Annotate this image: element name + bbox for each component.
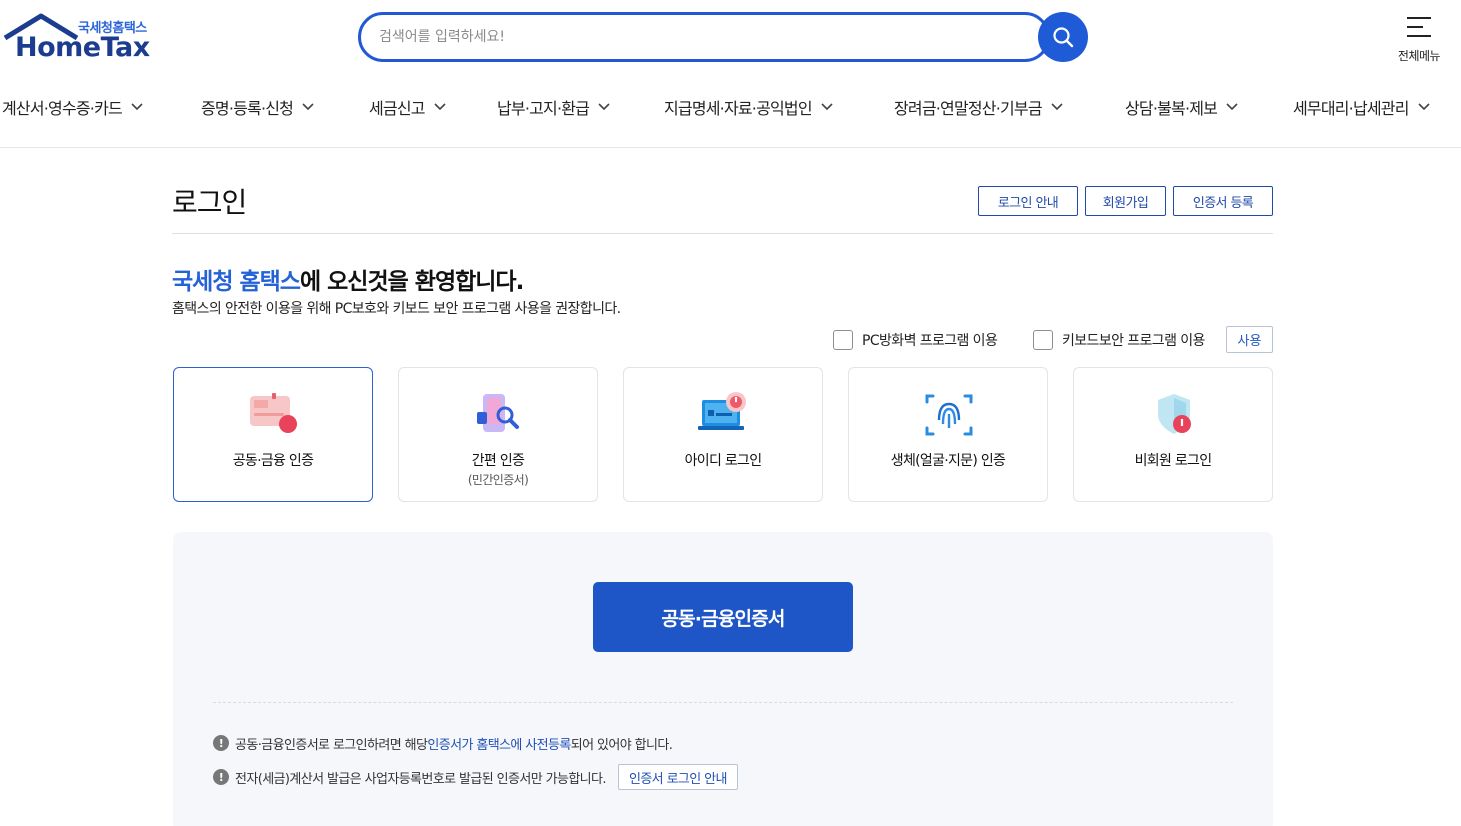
nav-item-consult-appeal[interactable]: 상담·불복·제보: [1125, 88, 1238, 126]
firewall-checkbox[interactable]: [833, 330, 853, 350]
fingerprint-icon: [925, 394, 973, 436]
card-biometric-auth[interactable]: 생체(얼굴·지문) 인증: [848, 367, 1048, 502]
signup-button[interactable]: 회원가입: [1085, 186, 1166, 216]
nav-item-label: 증명·등록·신청: [201, 99, 294, 118]
notice-business-cert: ! 전자(세금)계산서 발급은 사업자등록번호로 발급된 인증서만 가능합니다.…: [213, 764, 738, 790]
card-simple-auth[interactable]: 간편 인증 (민간인증서): [398, 367, 598, 502]
nav-item-certificate-registration[interactable]: 증명·등록·신청: [201, 88, 314, 126]
panel-divider: [213, 702, 1233, 703]
login-guide-button[interactable]: 로그인 안내: [978, 186, 1078, 216]
welcome-subtext: 홈택스의 안전한 이용을 위해 PC보호와 키보드 보안 프로그램 사용을 권장…: [172, 301, 621, 317]
nav-item-payment-refund[interactable]: 납부·고지·환급: [497, 88, 610, 126]
use-button[interactable]: 사용: [1226, 326, 1273, 353]
nav-item-tax-agent[interactable]: 세무대리·납세관리: [1293, 88, 1430, 126]
keyboard-security-checkbox-row[interactable]: 키보드보안 프로그램 이용: [1033, 327, 1205, 353]
keyboard-security-checkbox[interactable]: [1033, 330, 1053, 350]
nav-item-label: 세무대리·납세관리: [1293, 99, 1409, 118]
nav-item-incentives-year-end[interactable]: 장려금·연말정산·기부금: [894, 88, 1063, 126]
welcome-highlight: 국세청 홈택스: [172, 269, 301, 295]
chevron-down-icon: [598, 103, 610, 111]
guest-shield-icon: [1158, 394, 1191, 434]
search-box: [358, 12, 1050, 62]
title-divider: [172, 233, 1273, 234]
card-id-login[interactable]: 아이디 로그인: [623, 367, 823, 502]
nav-item-label: 계산서·영수증·카드: [2, 99, 123, 118]
id-login-icon: [698, 392, 746, 430]
welcome-rest: 에 오신것을 환영합니다.: [299, 269, 524, 295]
card-label: 간편 인증: [471, 453, 525, 469]
cert-login-guide-button[interactable]: 인증서 로그인 안내: [617, 764, 738, 790]
card-joint-financial-cert[interactable]: 공동·금융 인증: [173, 367, 373, 502]
card-sublabel: (민간인증서): [467, 473, 529, 487]
nav-item-tax-filing[interactable]: 세금신고: [369, 88, 446, 126]
chevron-down-icon: [1226, 103, 1238, 111]
chevron-down-icon: [131, 103, 143, 111]
chevron-down-icon: [434, 103, 446, 111]
nav-item-label: 상담·불복·제보: [1125, 99, 1218, 118]
hamburger-menu-icon: [1407, 17, 1431, 37]
all-menu-button[interactable]: 전체메뉴: [1388, 10, 1450, 66]
chevron-down-icon: [302, 103, 314, 111]
card-label: 생체(얼굴·지문) 인증: [890, 453, 1006, 469]
welcome-heading: 국세청 홈택스에 오신것을 환영합니다.: [172, 262, 524, 296]
nav-item-label: 세금신고: [369, 99, 425, 118]
search-input[interactable]: [379, 15, 1019, 59]
card-label: 아이디 로그인: [684, 453, 763, 469]
nav-item-label: 납부·고지·환급: [497, 99, 590, 118]
card-label: 비회원 로그인: [1134, 453, 1213, 469]
firewall-checkbox-row[interactable]: PC방화벽 프로그램 이용: [833, 327, 998, 353]
notice-text: 공동·금융인증서로 로그인하려면 해당: [235, 737, 428, 753]
nav-item-label: 지급명세·자료·공익법인: [664, 99, 813, 118]
firewall-checkbox-label: PC방화벽 프로그램 이용: [862, 333, 998, 349]
notice-text: 전자(세금)계산서 발급은 사업자등록번호로 발급된 인증서만 가능합니다.: [235, 771, 607, 787]
card-label: 공동·금융 인증: [232, 453, 314, 469]
search-icon: [1053, 27, 1074, 48]
logo-title: HomeTax: [15, 32, 150, 63]
all-menu-label: 전체메뉴: [1397, 49, 1441, 63]
chevron-down-icon: [1051, 103, 1063, 111]
info-icon: !: [213, 735, 229, 751]
page-title: 로그인: [172, 186, 247, 219]
simple-auth-icon: [477, 394, 519, 432]
chevron-down-icon: [821, 103, 833, 111]
navigation-divider: [0, 147, 1461, 148]
certificate-icon: [250, 393, 297, 433]
main-navigation: 계산서·영수증·카드 증명·등록·신청 세금신고 납부·고지·환급 지급명세·자…: [0, 88, 1461, 126]
keyboard-security-checkbox-label: 키보드보안 프로그램 이용: [1062, 333, 1205, 349]
nav-item-payment-statements[interactable]: 지급명세·자료·공익법인: [664, 88, 833, 126]
pre-registration-link[interactable]: 인증서가 홈택스에 사전등록: [427, 734, 571, 753]
notice-pre-registration: ! 공동·금융인증서로 로그인하려면 해당 인증서가 홈택스에 사전등록 되어 있…: [213, 731, 673, 755]
cert-register-button[interactable]: 인증서 등록: [1173, 186, 1273, 216]
nav-item-label: 장려금·연말정산·기부금: [894, 99, 1043, 118]
hometax-logo[interactable]: 국세청홈택스 HomeTax: [3, 12, 163, 64]
chevron-down-icon: [1418, 103, 1430, 111]
joint-financial-cert-button[interactable]: 공동·금융인증서: [593, 582, 853, 652]
search-button[interactable]: [1038, 12, 1088, 62]
card-guest-login[interactable]: 비회원 로그인: [1073, 367, 1273, 502]
nav-item-invoice-receipt-card[interactable]: 계산서·영수증·카드: [2, 88, 143, 126]
info-icon: !: [213, 769, 229, 785]
notice-text: 되어 있어야 합니다.: [570, 737, 673, 753]
